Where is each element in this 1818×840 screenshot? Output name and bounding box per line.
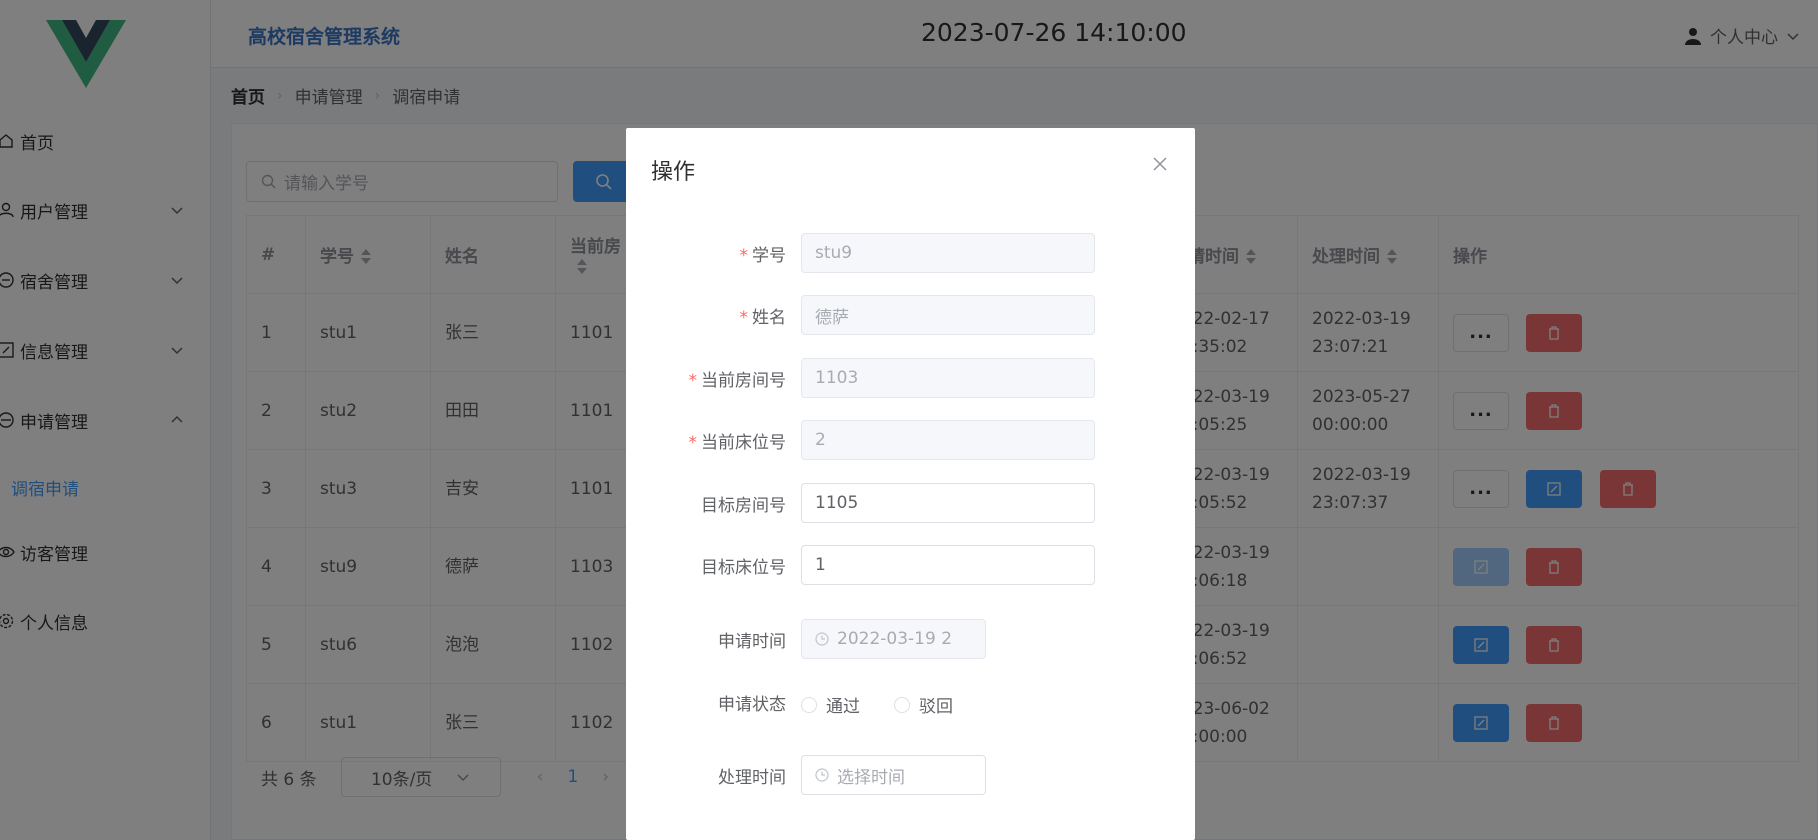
field-label: * 姓名 <box>739 307 787 328</box>
operation-dialog: 操作 * 学号 stu9 * 姓名 德萨 * 当前房间号 1103 * 当前床位号 2 … <box>626 128 1195 840</box>
radio-circle <box>801 696 817 713</box>
field-label: 处理时间 <box>718 767 786 788</box>
form-row-current-bed: * 当前床位号 2 <box>626 420 1195 460</box>
close-icon[interactable] <box>1152 156 1168 172</box>
clock-icon <box>815 768 829 782</box>
radio-circle <box>894 696 910 713</box>
target-room-input[interactable]: 1105 <box>801 483 1095 523</box>
form-row-apply-time: 申请时间 2022-03-19 2 <box>626 619 1195 659</box>
form-row-target-room: 目标房间号 1105 <box>626 483 1195 523</box>
field-label: 目标床位号 <box>701 557 786 578</box>
field-label: * 学号 <box>739 245 787 266</box>
form-row-handle-time: 处理时间 选择时间 <box>626 755 1195 795</box>
current-room-field: 1103 <box>801 358 1095 398</box>
current-bed-field: 2 <box>801 420 1095 460</box>
form-row-name: * 姓名 德萨 <box>626 295 1195 335</box>
field-label: 申请时间 <box>718 631 786 652</box>
form-row-sid: * 学号 stu9 <box>626 233 1195 273</box>
radio-approve[interactable]: 通过 <box>801 692 860 717</box>
apply-state-radio-group: 通过 驳回 <box>801 692 987 717</box>
field-label: 目标房间号 <box>701 495 786 516</box>
radio-reject[interactable]: 驳回 <box>894 692 953 717</box>
form-row-target-bed: 目标床位号 1 <box>626 545 1195 585</box>
clock-icon <box>815 632 829 646</box>
dialog-title: 操作 <box>651 160 696 185</box>
apply-time-picker: 2022-03-19 2 <box>801 619 986 659</box>
name-field: 德萨 <box>801 295 1095 335</box>
sid-field: stu9 <box>801 233 1095 273</box>
handle-time-picker[interactable]: 选择时间 <box>801 755 986 795</box>
form-row-apply-state: 申请状态 通过 驳回 <box>626 682 1195 722</box>
field-label: * 当前床位号 <box>688 432 787 453</box>
target-bed-input[interactable]: 1 <box>801 545 1095 585</box>
form-row-current-room: * 当前房间号 1103 <box>626 358 1195 398</box>
field-label: * 当前房间号 <box>688 370 787 391</box>
field-label: 申请状态 <box>718 694 786 715</box>
